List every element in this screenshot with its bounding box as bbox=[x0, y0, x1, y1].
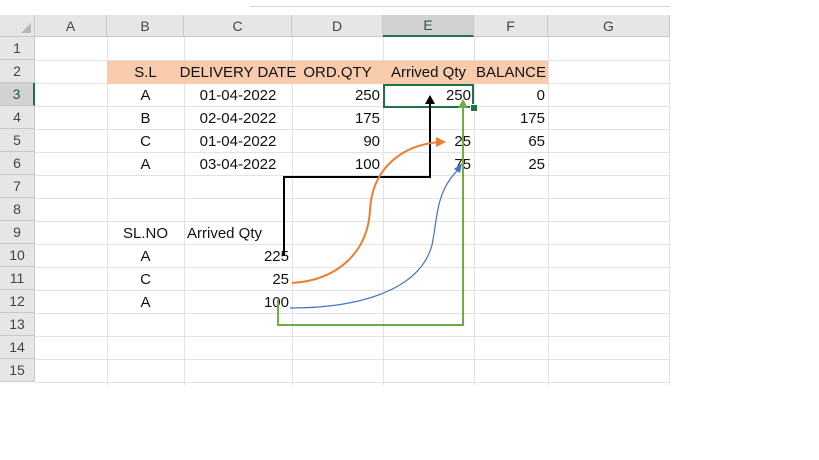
black-connector-arrow bbox=[283, 104, 431, 256]
orange-arrow-head-icon bbox=[436, 137, 446, 147]
orange-connector-arrow bbox=[291, 141, 441, 284]
spreadsheet[interactable]: A B C D E F G 1 2 3 4 5 6 7 8 9 10 11 12… bbox=[0, 0, 819, 460]
black-arrow-head-icon bbox=[425, 95, 435, 104]
blue-arrow-head-icon bbox=[454, 163, 462, 173]
blue-connector-arrow bbox=[289, 167, 461, 309]
green-arrow-head-icon bbox=[458, 99, 468, 108]
arrow-overlay bbox=[277, 95, 468, 326]
